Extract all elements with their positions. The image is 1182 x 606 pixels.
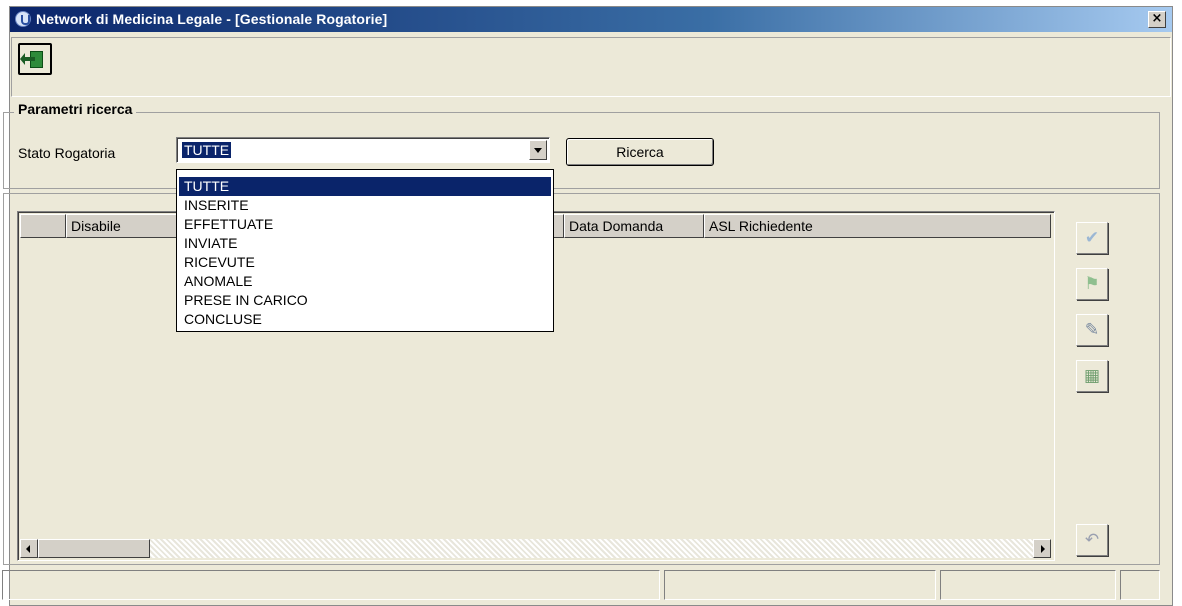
ricerca-button[interactable]: Ricerca	[566, 138, 714, 166]
column-header-selector[interactable]	[20, 214, 66, 238]
dropdown-option[interactable]: INVIATE	[179, 234, 551, 253]
undo-icon: ↶	[1084, 530, 1100, 550]
status-pane-main	[2, 570, 660, 600]
status-pane-2	[664, 570, 936, 600]
flag-button[interactable]: ⚑	[1076, 268, 1108, 300]
edit-icon: ✎	[1084, 320, 1100, 340]
chevron-down-icon[interactable]	[529, 140, 547, 160]
edit-button[interactable]: ✎	[1076, 314, 1108, 346]
table-icon: ▦	[1083, 366, 1101, 386]
dropdown-option[interactable]: INSERITE	[179, 196, 551, 215]
exit-button[interactable]	[18, 43, 52, 75]
table-button[interactable]: ▦	[1076, 360, 1108, 392]
stato-rogatoria-label: Stato Rogatoria	[18, 145, 116, 161]
column-header-asl-richiedente[interactable]: ASL Richiedente	[704, 214, 1051, 238]
exit-arrow-icon	[20, 53, 35, 65]
horizontal-scrollbar[interactable]	[20, 539, 1051, 558]
status-pane-3	[940, 570, 1116, 600]
dropdown-option[interactable]: PRESE IN CARICO	[179, 291, 551, 310]
scrollbar-thumb[interactable]	[38, 539, 150, 558]
scroll-left-icon[interactable]	[20, 539, 38, 558]
status-pane-4	[1120, 570, 1160, 600]
search-params-legend: Parametri ricerca	[14, 101, 137, 117]
dropdown-option[interactable]: TUTTE	[179, 177, 551, 196]
toolbar	[11, 37, 1171, 97]
dropdown-option[interactable]: EFFETTUATE	[179, 215, 551, 234]
status-bar	[2, 570, 1162, 600]
flag-icon: ⚑	[1084, 274, 1100, 294]
dropdown-option[interactable]: ANOMALE	[179, 272, 551, 291]
undo-button[interactable]: ↶	[1076, 524, 1108, 556]
dropdown-option[interactable]: CONCLUSE	[179, 310, 551, 329]
dropdown-option[interactable]: RICEVUTE	[179, 253, 551, 272]
scroll-right-icon[interactable]	[1033, 539, 1051, 558]
stato-rogatoria-value: TUTTE	[182, 142, 232, 158]
check-icon: ✔	[1084, 228, 1100, 248]
confirm-button[interactable]: ✔	[1076, 222, 1108, 254]
column-header-data-domanda[interactable]: Data Domanda	[564, 214, 704, 238]
stato-rogatoria-select[interactable]: TUTTE	[176, 137, 550, 163]
stato-rogatoria-dropdown[interactable]: TUTTE INSERITE EFFETTUATE INVIATE RICEVU…	[176, 169, 554, 332]
